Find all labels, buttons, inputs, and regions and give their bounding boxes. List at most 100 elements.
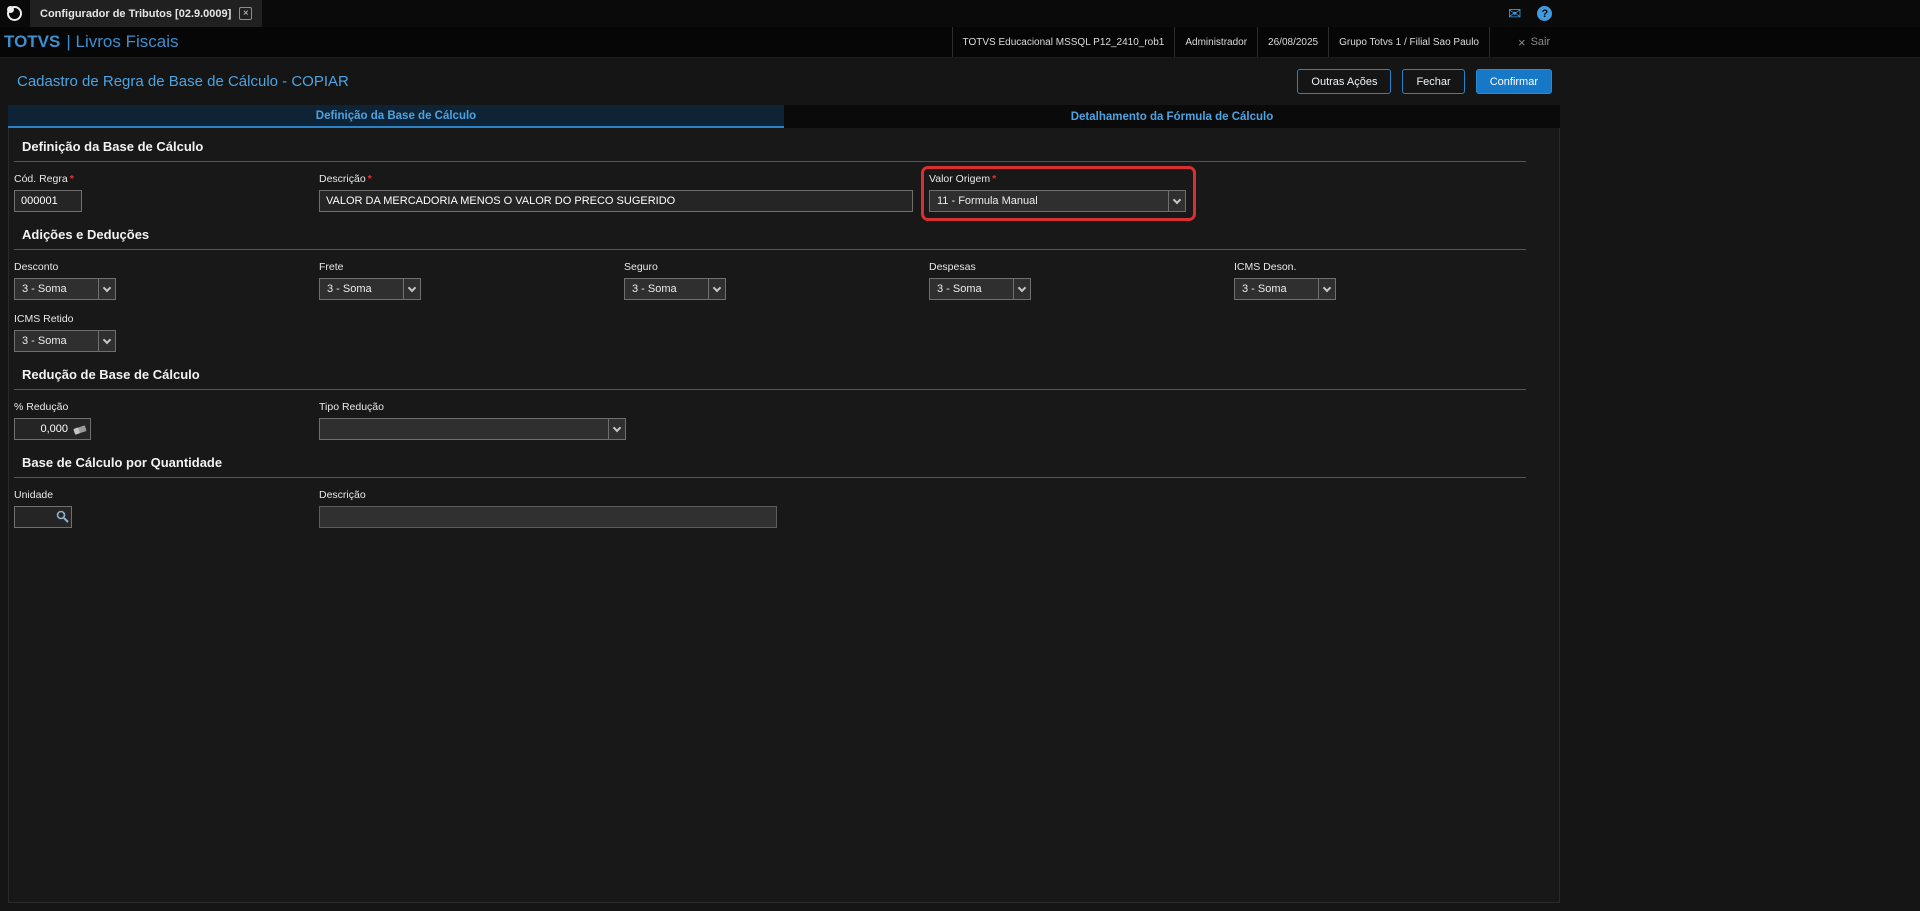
chevron-down-icon xyxy=(403,279,420,299)
despesas-select-value: 3 - Soma xyxy=(937,283,982,295)
calculator-icon[interactable] xyxy=(73,423,87,441)
icms-deson-label: ICMS Deson. xyxy=(1234,261,1297,273)
definicao-row: Cód. Regra* Descrição* Valor Origem* 11 … xyxy=(14,166,1526,221)
icms-deson-select-value: 3 - Soma xyxy=(1242,283,1287,295)
icms-retido-select[interactable]: 3 - Soma xyxy=(14,330,116,352)
seguro-label: Seguro xyxy=(624,261,658,273)
valor-origem-select[interactable]: 11 - Formula Manual xyxy=(929,190,1186,212)
chevron-down-icon xyxy=(1168,191,1185,211)
cod-regra-input[interactable] xyxy=(14,190,82,212)
page-header: Cadastro de Regra de Base de Cálculo - C… xyxy=(0,58,1920,105)
field-seguro: Seguro 3 - Soma xyxy=(624,261,929,300)
other-actions-button[interactable]: Outras Ações xyxy=(1297,69,1392,94)
field-unidade: Unidade xyxy=(14,489,319,528)
required-marker: * xyxy=(69,173,74,185)
session-date: 26/08/2025 xyxy=(1257,27,1328,57)
lookup-magnifier-icon[interactable] xyxy=(56,510,69,528)
descricao-input[interactable] xyxy=(319,190,913,212)
mail-icon[interactable]: ✉ xyxy=(1508,4,1521,24)
totvs-logo-icon xyxy=(6,6,22,21)
section-base-calculo-quantidade: Base de Cálculo por Quantidade Unidade D… xyxy=(14,440,1526,528)
cod-regra-label-text: Cód. Regra xyxy=(14,173,68,185)
frete-label: Frete xyxy=(319,261,344,273)
icms-deson-select[interactable]: 3 - Soma xyxy=(1234,278,1336,300)
totvs-logo[interactable] xyxy=(0,0,28,27)
field-tipo-reducao: Tipo Redução xyxy=(319,401,929,440)
adicoes-row-2: ICMS Retido 3 - Soma xyxy=(14,313,1526,352)
icms-retido-label: ICMS Retido xyxy=(14,313,74,325)
confirm-button[interactable]: Confirmar xyxy=(1475,69,1552,94)
chevron-down-icon xyxy=(1318,279,1335,299)
valor-origem-wrap: Valor Origem * 11 - Formula Manual xyxy=(921,166,1196,221)
session-company-branch: Grupo Totvs 1 / Filial Sao Paulo xyxy=(1328,27,1490,57)
field-cod-regra: Cód. Regra * xyxy=(14,173,319,212)
valor-origem-label-text: Valor Origem xyxy=(929,173,991,185)
frete-select-value: 3 - Soma xyxy=(327,283,372,295)
exit-button[interactable]: × Sair xyxy=(1518,27,1550,57)
icms-retido-select-value: 3 - Soma xyxy=(22,335,67,347)
field-desconto: Desconto 3 - Soma xyxy=(14,261,319,300)
quantidade-descricao-input[interactable] xyxy=(319,506,777,528)
field-descricao: Descrição * xyxy=(319,173,929,212)
tab-bar: Definição da Base de Cálculo Detalhament… xyxy=(8,105,1560,128)
top-window-bar: Configurador de Tributos [02.9.0009] × ✉… xyxy=(0,0,1920,27)
exit-label: Sair xyxy=(1530,36,1551,48)
field-valor-origem: Valor Origem * 11 - Formula Manual xyxy=(921,166,1539,221)
session-environment: TOTVS Educacional MSSQL P12_2410_rob1 xyxy=(951,27,1175,57)
quantidade-descricao-label: Descrição xyxy=(319,489,366,501)
session-user: Administrador xyxy=(1174,27,1257,57)
seguro-select-value: 3 - Soma xyxy=(632,283,677,295)
descricao-label: Descrição * xyxy=(319,173,929,185)
topbar-icons: ✉ ? xyxy=(1508,0,1553,27)
chevron-down-icon xyxy=(708,279,725,299)
unidade-wrap xyxy=(14,506,72,528)
section-title-reducao: Redução de Base de Cálculo xyxy=(14,352,1526,390)
exit-icon: × xyxy=(1518,34,1526,50)
chevron-down-icon xyxy=(98,279,115,299)
tab-definicao-base-calculo[interactable]: Definição da Base de Cálculo xyxy=(8,105,784,128)
required-marker: * xyxy=(367,173,372,185)
frete-select[interactable]: 3 - Soma xyxy=(319,278,421,300)
despesas-label: Despesas xyxy=(929,261,976,273)
window-tab[interactable]: Configurador de Tributos [02.9.0009] × xyxy=(30,0,263,27)
despesas-select[interactable]: 3 - Soma xyxy=(929,278,1031,300)
cod-regra-label: Cód. Regra * xyxy=(14,173,319,185)
desconto-select-value: 3 - Soma xyxy=(22,283,67,295)
unidade-label: Unidade xyxy=(14,489,54,501)
valor-origem-select-value: 11 - Formula Manual xyxy=(937,195,1038,207)
window-tab-title: Configurador de Tributos [02.9.0009] xyxy=(40,7,232,20)
seguro-select[interactable]: 3 - Soma xyxy=(624,278,726,300)
screen: Configurador de Tributos [02.9.0009] × ✉… xyxy=(0,0,1920,903)
field-icms-deson: ICMS Deson. 3 - Soma xyxy=(1234,261,1539,300)
tipo-reducao-label: Tipo Redução xyxy=(319,401,384,413)
brand-module: | Livros Fiscais xyxy=(66,32,179,51)
perc-reducao-wrap xyxy=(14,418,91,440)
perc-reducao-label: % Redução xyxy=(14,401,69,413)
chevron-down-icon xyxy=(98,331,115,351)
tab-close-icon[interactable]: × xyxy=(239,7,253,20)
field-quantidade-descricao: Descrição xyxy=(319,489,929,528)
tab-detalhamento-formula-calculo[interactable]: Detalhamento da Fórmula de Cálculo xyxy=(784,105,1560,128)
section-reducao-base-calculo: Redução de Base de Cálculo % Redução Tip… xyxy=(14,352,1526,440)
brand-name: TOTVS xyxy=(4,32,61,51)
desconto-label: Desconto xyxy=(14,261,59,273)
desconto-select[interactable]: 3 - Soma xyxy=(14,278,116,300)
section-definicao-base-calculo: Definição da Base de Cálculo Cód. Regra *… xyxy=(14,130,1526,221)
field-perc-reducao: % Redução xyxy=(14,401,319,440)
field-icms-retido: ICMS Retido 3 - Soma xyxy=(14,313,319,352)
session-info: TOTVS Educacional MSSQL P12_2410_rob1 Ad… xyxy=(951,27,1490,57)
required-marker: * xyxy=(992,173,997,185)
form-panel: Definição da Base de Cálculo Cód. Regra *… xyxy=(8,128,1560,903)
close-button[interactable]: Fechar xyxy=(1402,69,1465,94)
valor-origem-label: Valor Origem * xyxy=(929,173,1186,185)
chevron-down-icon xyxy=(608,419,625,439)
help-icon[interactable]: ? xyxy=(1537,6,1553,21)
app-brand: TOTVS | Livros Fiscais xyxy=(4,32,178,52)
chevron-down-icon xyxy=(1013,279,1030,299)
section-title-quantidade: Base de Cálculo por Quantidade xyxy=(14,440,1526,478)
page-actions: Outras Ações Fechar Confirmar xyxy=(1297,69,1552,94)
tipo-reducao-select-value xyxy=(320,419,608,439)
tipo-reducao-select[interactable] xyxy=(319,418,626,440)
field-frete: Frete 3 - Soma xyxy=(319,261,624,300)
section-title-definicao: Definição da Base de Cálculo xyxy=(14,130,1526,162)
